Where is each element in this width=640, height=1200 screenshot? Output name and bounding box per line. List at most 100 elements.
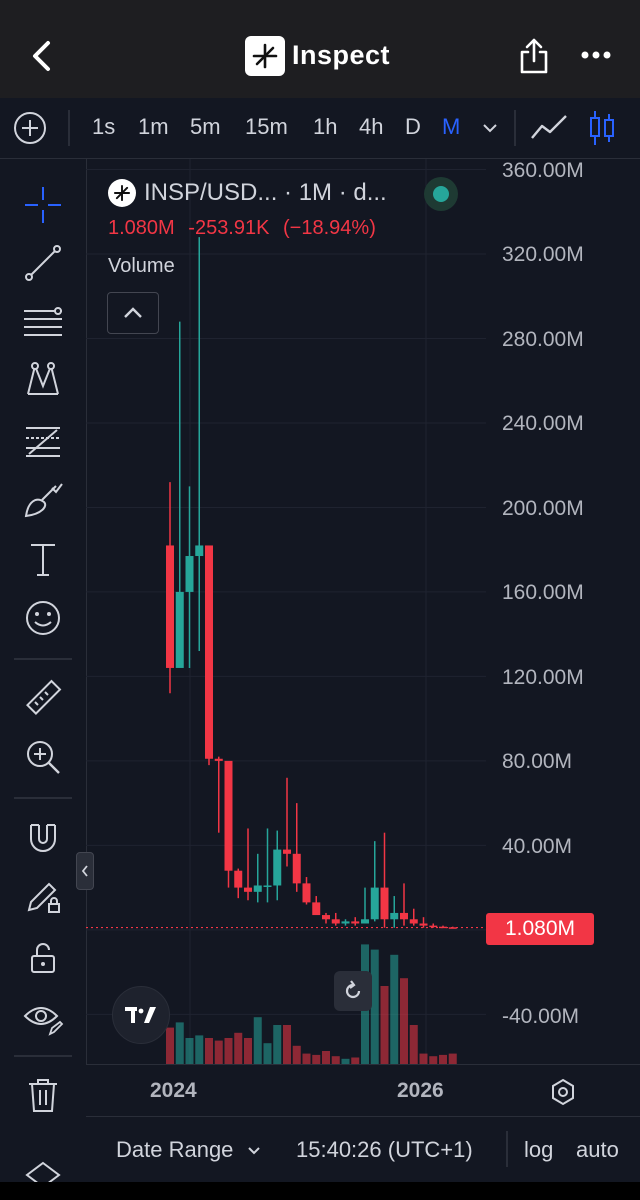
last-value: 1.080M bbox=[108, 217, 175, 239]
volume-bar bbox=[205, 1038, 213, 1064]
candles-button[interactable] bbox=[588, 108, 616, 148]
tab-m[interactable]: M bbox=[442, 114, 460, 140]
brush-tool[interactable] bbox=[20, 477, 66, 523]
tab-1m[interactable]: 1m bbox=[138, 114, 169, 140]
collapse-legend-button[interactable] bbox=[107, 292, 159, 334]
text-tool[interactable] bbox=[20, 536, 66, 582]
timeframe-bar: 1s 1m 5m 15m 1h 4h D M bbox=[0, 98, 640, 159]
price-tick: 360.00M bbox=[502, 159, 584, 182]
visibility-tool[interactable] bbox=[20, 995, 66, 1041]
share-button[interactable] bbox=[516, 34, 552, 78]
tab-1s[interactable]: 1s bbox=[92, 114, 115, 140]
unlock-icon bbox=[31, 943, 55, 973]
tab-d[interactable]: D bbox=[405, 114, 421, 140]
magnet-tool[interactable] bbox=[20, 814, 66, 860]
app-logo bbox=[245, 36, 285, 76]
volume-bar bbox=[322, 1051, 330, 1064]
volume-label[interactable]: Volume bbox=[108, 255, 175, 278]
trend-line-icon bbox=[25, 245, 61, 281]
volume-bar bbox=[390, 954, 399, 1064]
pattern-tool[interactable] bbox=[20, 357, 66, 403]
change-value: -253.91K bbox=[188, 217, 270, 239]
candle-body bbox=[292, 853, 301, 884]
price-tick: 280.00M bbox=[502, 328, 584, 351]
tab-4h[interactable]: 4h bbox=[359, 114, 383, 140]
symbol-title[interactable]: INSP/USD... · 1M · d... bbox=[144, 179, 387, 207]
time-axis[interactable]: 2024 2026 bbox=[86, 1064, 640, 1117]
price-tick: -40.00M bbox=[502, 1005, 580, 1028]
date-range-button[interactable]: Date Range bbox=[116, 1137, 262, 1163]
crosshair-icon bbox=[25, 187, 61, 223]
candle-body bbox=[263, 885, 272, 887]
ohlc-values: 1.080M -253.91K (−18.94%) bbox=[108, 217, 384, 240]
price-tick: 160.00M bbox=[502, 581, 584, 604]
more-button[interactable] bbox=[578, 40, 614, 70]
price-tick: 240.00M bbox=[502, 412, 584, 435]
candlestick-icon bbox=[590, 111, 614, 145]
tab-15m[interactable]: 15m bbox=[245, 114, 288, 140]
volume-bar bbox=[214, 1040, 223, 1064]
tradingview-logo[interactable] bbox=[112, 986, 170, 1044]
plus-circle-icon bbox=[14, 112, 46, 144]
candle-body bbox=[361, 919, 369, 924]
volume-bar bbox=[244, 1038, 252, 1064]
crosshair-tool[interactable] bbox=[20, 182, 66, 228]
lock-tool[interactable] bbox=[20, 935, 66, 981]
volume-bar bbox=[263, 1043, 272, 1064]
volume-bar bbox=[439, 1054, 447, 1064]
chart-area[interactable]: INSP/USD... · 1M · d... 1.080M -253.91K … bbox=[86, 159, 640, 1115]
parallel-lines-tool[interactable] bbox=[20, 299, 66, 345]
volume-bar bbox=[224, 1038, 233, 1064]
volume-bar bbox=[302, 1053, 311, 1064]
price-tick: 120.00M bbox=[502, 666, 584, 689]
reset-chart-button[interactable] bbox=[334, 971, 372, 1011]
delete-tool[interactable] bbox=[20, 1072, 66, 1118]
volume-bar bbox=[419, 1053, 428, 1064]
candle-body bbox=[166, 545, 174, 668]
tab-5m[interactable]: 5m bbox=[190, 114, 221, 140]
lock-drawings-tool[interactable] bbox=[20, 873, 66, 919]
measure-tool[interactable] bbox=[20, 675, 66, 721]
chart-style-button[interactable] bbox=[530, 112, 570, 144]
volume-bar bbox=[409, 1025, 418, 1064]
candle-body bbox=[390, 912, 399, 920]
log-scale-toggle[interactable]: log bbox=[524, 1137, 553, 1163]
candle-body bbox=[419, 923, 428, 926]
zoom-tool[interactable] bbox=[20, 734, 66, 780]
volume-bar bbox=[253, 1017, 262, 1064]
more-icon bbox=[581, 51, 611, 59]
emoji-tool[interactable] bbox=[20, 595, 66, 641]
candle-body bbox=[214, 758, 223, 761]
toolbar-toggle[interactable] bbox=[76, 852, 94, 890]
divider bbox=[14, 658, 72, 660]
volume-bar bbox=[185, 1038, 194, 1064]
trend-line-tool[interactable] bbox=[20, 240, 66, 286]
divider bbox=[68, 110, 70, 146]
app-header: Inspect bbox=[0, 0, 640, 99]
candle-body bbox=[205, 545, 213, 759]
back-button[interactable] bbox=[22, 34, 62, 78]
tab-1h[interactable]: 1h bbox=[313, 114, 337, 140]
candle-body bbox=[273, 849, 282, 886]
candle-body bbox=[341, 921, 350, 924]
chevron-left-icon bbox=[81, 865, 88, 877]
axis-settings-button[interactable] bbox=[548, 1077, 578, 1107]
volume-bar bbox=[283, 1025, 291, 1064]
volume-bar bbox=[312, 1054, 321, 1064]
brush-icon bbox=[24, 483, 63, 518]
candle-body bbox=[302, 883, 311, 903]
auto-scale-toggle[interactable]: auto bbox=[576, 1137, 619, 1163]
volume-bar bbox=[292, 1045, 301, 1064]
add-indicator-button[interactable] bbox=[12, 110, 48, 146]
volume-bar bbox=[400, 978, 408, 1064]
pencil-lock-icon bbox=[27, 882, 60, 913]
fibonacci-icon bbox=[26, 427, 60, 457]
market-status[interactable] bbox=[424, 177, 458, 211]
fib-tool[interactable] bbox=[20, 417, 66, 463]
eye-icon bbox=[23, 1007, 64, 1036]
bottom-bar: Date Range 15:40:26 (UTC+1) log auto bbox=[86, 1116, 640, 1183]
candle-body bbox=[234, 870, 243, 888]
clock[interactable]: 15:40:26 (UTC+1) bbox=[296, 1137, 473, 1163]
timeframe-dropdown[interactable] bbox=[480, 116, 500, 140]
divider bbox=[14, 1055, 72, 1057]
